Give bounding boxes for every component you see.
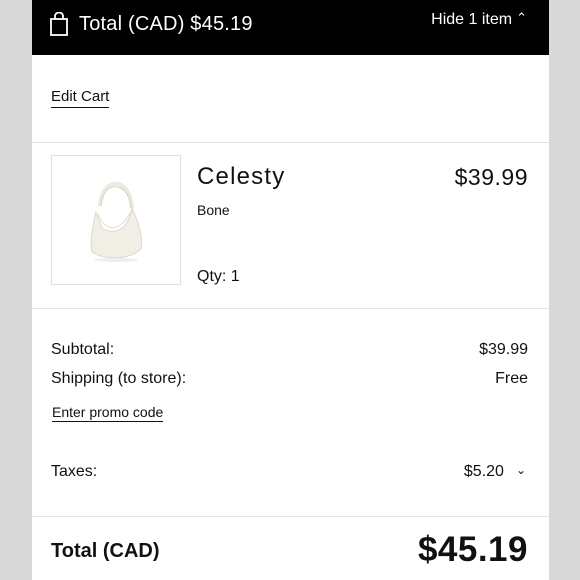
subtotal-value: $39.99 (479, 341, 528, 358)
product-name[interactable]: Celesty (197, 163, 285, 191)
edit-cart-link[interactable]: Edit Cart (51, 88, 110, 108)
product-quantity: Qty: 1 (197, 268, 240, 285)
order-summary-header[interactable]: Total (CAD) $45.19 Hide 1 item ⌃ (32, 0, 549, 55)
order-summary-panel (32, 0, 549, 580)
divider (32, 308, 549, 309)
divider (32, 516, 549, 517)
handbag-image (90, 181, 143, 262)
hide-items-label: Hide 1 item (431, 11, 513, 28)
product-image[interactable] (51, 155, 181, 285)
chevron-up-icon: ⌃ (516, 10, 527, 25)
shopping-bag-icon (50, 12, 68, 36)
shipping-label: Shipping (to store): (51, 370, 187, 387)
taxes-label: Taxes: (51, 463, 98, 480)
product-color: Bone (197, 202, 230, 218)
subtotal-label: Subtotal: (51, 341, 115, 358)
grand-total-label: Total (CAD) (51, 540, 160, 562)
hide-items-toggle[interactable]: Hide 1 item ⌃ (431, 10, 527, 29)
promo-code-link[interactable]: Enter promo code (52, 404, 164, 422)
chevron-down-icon: ⌄ (515, 463, 526, 477)
taxes-value: $5.20 (463, 463, 504, 480)
product-price: $39.99 (454, 164, 528, 190)
taxes-toggle[interactable]: $5.20 ⌄ (464, 463, 526, 481)
shipping-value: Free (495, 370, 528, 387)
header-total: Total (CAD) $45.19 (79, 13, 253, 35)
divider (32, 142, 549, 143)
grand-total-value: $45.19 (417, 530, 528, 569)
